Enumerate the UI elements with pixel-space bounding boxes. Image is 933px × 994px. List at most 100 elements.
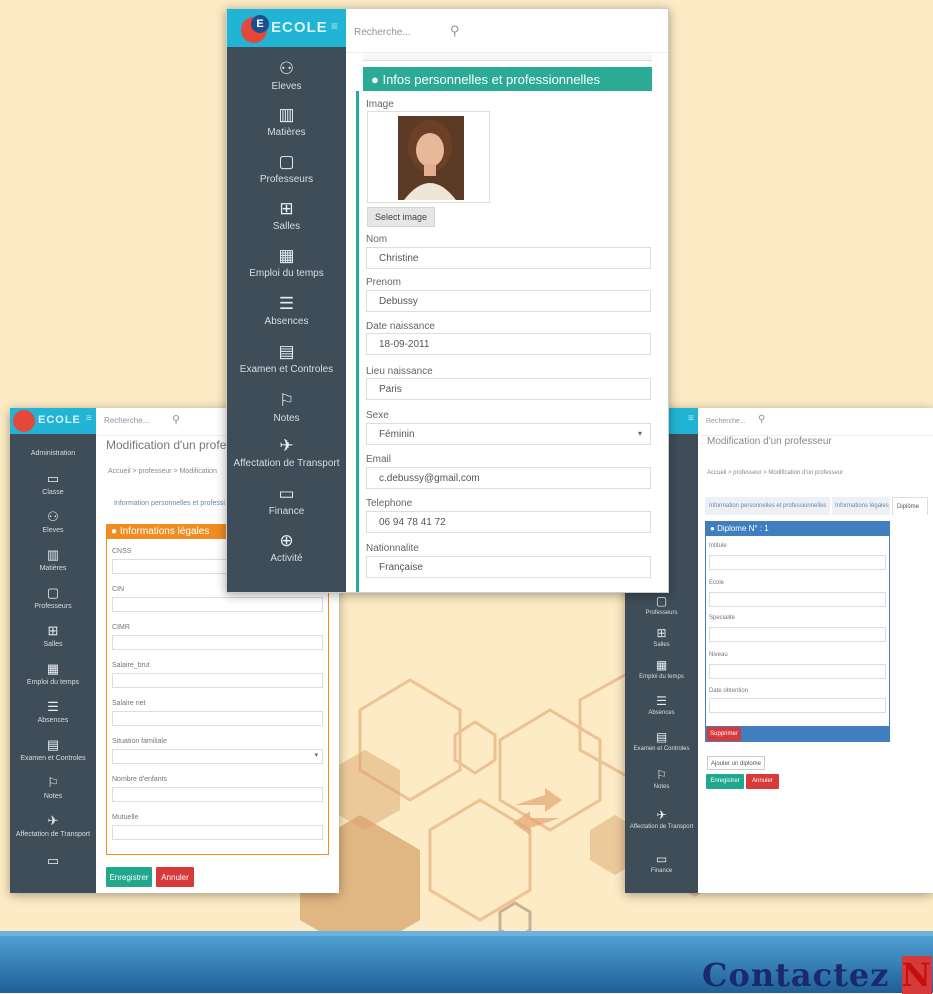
nav-label: Notes	[43, 793, 63, 800]
nav-finance[interactable]: ▭ Finance	[625, 852, 698, 874]
nav-examens[interactable]: ▤ Examen et Controles	[227, 342, 346, 375]
calendar-icon: ▦	[46, 661, 60, 676]
menu-icon[interactable]: ≡	[331, 19, 338, 33]
specialite-input[interactable]	[709, 627, 886, 642]
save-button[interactable]: Enregistrer	[106, 867, 152, 887]
clipboard-icon: ▢	[655, 594, 668, 608]
date-naissance-input[interactable]: 18-09-2011	[366, 333, 651, 355]
situation-familiale-select[interactable]: ▾	[112, 749, 323, 764]
nav-label: Notes	[653, 784, 670, 790]
nav-absences[interactable]: ☰ Absences	[625, 694, 698, 716]
nav-examens[interactable]: ▤ Examen et Controles	[625, 730, 698, 752]
nav-professeurs[interactable]: ▢ Professeurs	[625, 594, 698, 616]
nav-absences[interactable]: ☰ Absences	[227, 294, 346, 327]
portrait-image	[398, 116, 464, 200]
field-label: Salaire_brut	[112, 662, 150, 669]
field-label: Situation familiale	[112, 738, 167, 745]
contact-accent-text: N	[901, 956, 932, 994]
nav-eleves[interactable]: ⚇ Eleves	[227, 59, 346, 92]
nav-transport[interactable]: ✈ Affectation de Transport	[625, 808, 698, 830]
nav-matieres[interactable]: ▥ Matières	[227, 105, 346, 138]
nav-absences[interactable]: ☰ Absences	[10, 699, 96, 724]
brand-bar: ECOLE ≡	[10, 408, 96, 434]
search-icon[interactable]: ⚲	[172, 413, 180, 426]
tab-personal-info[interactable]: Information personnelles et professionne…	[705, 497, 830, 515]
nav-label: Matières	[39, 565, 67, 572]
field-label: CIN	[112, 586, 125, 593]
contact-banner[interactable]: Contactez N	[702, 956, 932, 994]
mutuelle-input[interactable]	[112, 825, 323, 840]
field-label: CNSS	[112, 548, 132, 555]
field-label: Sexe	[366, 410, 389, 421]
nombre-enfants-input[interactable]	[112, 787, 323, 802]
nav-administration[interactable]: Administration	[10, 450, 96, 457]
lieu-naissance-input[interactable]: Paris	[366, 378, 651, 400]
search-icon[interactable]: ⚲	[758, 414, 765, 425]
nav-salles[interactable]: ⊞ Salles	[227, 199, 346, 232]
nav-activite[interactable]: ⊕ Activité	[227, 531, 346, 564]
cancel-button[interactable]: Annuler	[746, 774, 779, 789]
nav-matieres[interactable]: ▥ Matières	[10, 547, 96, 572]
nationalite-input[interactable]: Française	[366, 556, 651, 578]
salaire-net-input[interactable]	[112, 711, 323, 726]
cancel-button[interactable]: Annuler	[156, 867, 194, 887]
search-input[interactable]: Recherche...	[354, 27, 411, 38]
save-button[interactable]: Enregistrer	[706, 774, 744, 789]
nav-emploi-du-temps[interactable]: ▦ Emploi du temps	[227, 246, 346, 279]
cin-input[interactable]	[112, 597, 323, 612]
calendar-icon: ▦	[278, 246, 295, 265]
search-icon[interactable]: ⚲	[450, 23, 460, 39]
cimr-input[interactable]	[112, 635, 323, 650]
intitule-input[interactable]	[709, 555, 886, 570]
nav-eleves[interactable]: ⚇ Eleves	[10, 509, 96, 534]
nav-label: Absences	[37, 717, 69, 724]
nav-label: Emploi du temps	[249, 268, 324, 279]
tab-diplome[interactable]: Diplôme	[892, 497, 928, 515]
nav-finance[interactable]: ▭	[10, 853, 96, 871]
salaire-brut-input[interactable]	[112, 673, 323, 688]
field-label: Niveau	[709, 652, 728, 658]
breadcrumb[interactable]: Accueil > professeur > Modification	[108, 468, 217, 475]
nav-emploi-du-temps[interactable]: ▦ Emploi du temps	[625, 658, 698, 680]
nom-input[interactable]: Christine	[366, 247, 651, 269]
exam-book-icon: ▤	[655, 730, 668, 744]
nav-label: Classe	[42, 489, 64, 496]
nav-notes[interactable]: ⚐ Notes	[227, 391, 346, 424]
nav-finance[interactable]: ▭ Finance	[227, 484, 346, 517]
nav-transport[interactable]: ✈ Affectation de Transport	[227, 436, 346, 469]
nav-transport[interactable]: ✈ Affectation de Transport	[10, 813, 96, 838]
menu-icon[interactable]: ≡	[688, 413, 694, 424]
sexe-select[interactable]: Féminin ▾	[366, 423, 651, 445]
folder-icon: ▭	[46, 471, 60, 486]
select-image-button[interactable]: Select image	[367, 207, 435, 227]
nav-label: Absences	[264, 316, 309, 327]
nav-emploi-du-temps[interactable]: ▦ Emploi du temps	[10, 661, 96, 686]
list-icon: ☰	[47, 699, 59, 714]
tab-personal-info[interactable]: Information personnelles et professi	[114, 500, 225, 507]
nav-notes[interactable]: ⚐ Notes	[625, 768, 698, 790]
delete-button[interactable]: Supprimer	[707, 727, 741, 741]
date-obtention-input[interactable]	[709, 698, 886, 713]
ecole-input[interactable]	[709, 592, 886, 607]
sidebar: ECOLE ≡ Administration ▭ Classe ⚇ Eleves ▥…	[10, 408, 96, 893]
nav-salles[interactable]: ⊞ Salles	[625, 626, 698, 648]
nav-professeurs[interactable]: ▢ Professeurs	[10, 585, 96, 610]
niveau-input[interactable]	[709, 664, 886, 679]
add-diploma-button[interactable]: Ajouter un diplome	[707, 756, 765, 770]
tab-legal-info[interactable]: Informations légales	[832, 497, 890, 515]
flag-icon: ⚐	[656, 768, 667, 782]
email-input[interactable]: c.debussy@gmail.com	[366, 467, 651, 489]
image-label: Image	[366, 99, 394, 110]
search-input[interactable]: Recherche...	[706, 418, 746, 425]
nav-professeurs[interactable]: ▢ Professeurs	[227, 152, 346, 185]
telephone-input[interactable]: 06 94 78 41 72	[366, 511, 651, 533]
nav-classe[interactable]: ▭ Classe	[10, 471, 96, 496]
breadcrumb[interactable]: Accueil > professeur > Modification d'un…	[707, 470, 843, 476]
nav-salles[interactable]: ⊞ Salles	[10, 623, 96, 648]
nav-notes[interactable]: ⚐ Notes	[10, 775, 96, 800]
prenom-input[interactable]: Debussy	[366, 290, 651, 312]
search-input[interactable]: Recherche...	[104, 416, 149, 425]
menu-icon[interactable]: ≡	[86, 413, 92, 424]
folder-icon: ▭	[655, 852, 668, 866]
nav-examens[interactable]: ▤ Examen et Controles	[10, 737, 96, 762]
